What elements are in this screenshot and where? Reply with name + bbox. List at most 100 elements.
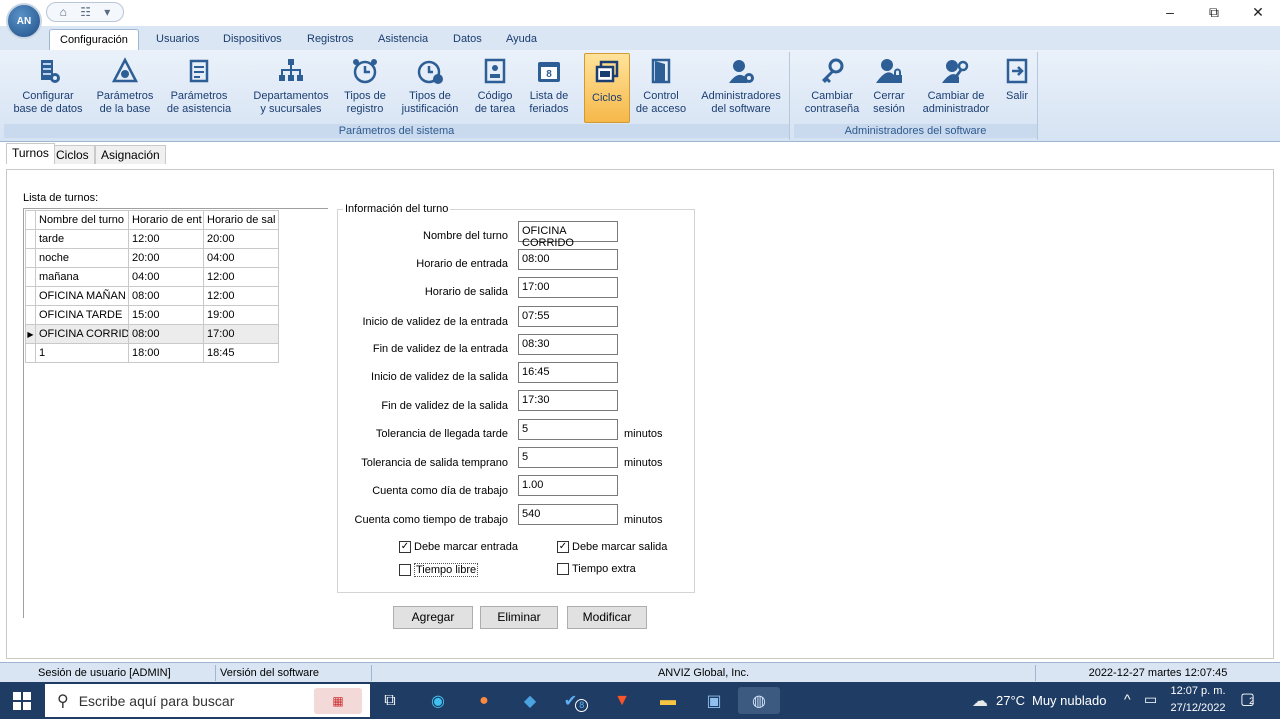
menu-tab-configuracion[interactable]: Configuración bbox=[49, 29, 139, 50]
anviz-app-icon[interactable]: ◍ bbox=[738, 687, 780, 714]
taskbar-search-input[interactable]: ⚲ Escribe aquí para buscar ▦ bbox=[45, 684, 370, 717]
user-lock-icon bbox=[874, 56, 904, 86]
logout-button[interactable]: Cerrar sesión bbox=[866, 52, 912, 120]
todo-icon[interactable]: ✔ 8 bbox=[562, 687, 590, 714]
file-explorer-icon[interactable]: ▬ bbox=[654, 687, 682, 714]
modify-button[interactable]: Modificar bbox=[567, 606, 647, 629]
worktime-count-input[interactable]: 540 bbox=[518, 504, 618, 525]
must-clock-in-checkbox[interactable]: ✓ Debe marcar entrada bbox=[399, 541, 518, 553]
departments-button[interactable]: Departamentos y sucursales bbox=[248, 52, 334, 120]
entry-valid-end-input[interactable]: 08:30 bbox=[518, 334, 618, 355]
table-row[interactable]: OFICINA MAÑAN 08:00 12:00 bbox=[25, 286, 279, 306]
configure-database-button[interactable]: Configurar base de datos bbox=[10, 52, 86, 120]
checkbox-unchecked-icon bbox=[557, 563, 569, 575]
home-icon[interactable]: ⌂ bbox=[60, 5, 67, 19]
close-button[interactable]: ✕ bbox=[1236, 0, 1280, 24]
menu-tab-datos[interactable]: Datos bbox=[443, 29, 492, 50]
datetime-status: 2022-12-27 martes 12:07:45 bbox=[1088, 667, 1228, 679]
workday-count-input[interactable]: 1.00 bbox=[518, 475, 618, 496]
menu-tab-asistencia[interactable]: Asistencia bbox=[368, 29, 438, 50]
record-types-button[interactable]: Tipos de registro bbox=[338, 52, 392, 120]
exit-valid-end-input[interactable]: 17:30 bbox=[518, 390, 618, 411]
holiday-list-button[interactable]: 8 Lista de feriados bbox=[524, 52, 574, 120]
late-tolerance-input[interactable]: 5 bbox=[518, 419, 618, 440]
task-code-button[interactable]: Código de tarea bbox=[470, 52, 520, 120]
cycles-button[interactable]: Ciclos bbox=[584, 53, 630, 123]
database-settings-icon bbox=[110, 56, 140, 86]
menu-bar: Configuración Usuarios Dispositivos Regi… bbox=[0, 26, 1280, 50]
table-row[interactable]: 1 18:00 18:45 bbox=[25, 343, 279, 363]
table-row[interactable]: OFICINA TARDE 15:00 19:00 bbox=[25, 305, 279, 325]
firefox-icon[interactable]: ● bbox=[470, 687, 498, 714]
unit-label: minutos bbox=[624, 514, 663, 526]
field-label: Inicio de validez de la entrada bbox=[362, 316, 508, 328]
shift-table: Nombre del turno Horario de ent Horario … bbox=[25, 210, 279, 363]
tab-ciclos[interactable]: Ciclos bbox=[50, 145, 95, 164]
table-row[interactable]: tarde 12:00 20:00 bbox=[25, 229, 279, 249]
entry-valid-start-input[interactable]: 07:55 bbox=[518, 306, 618, 327]
exit-button[interactable]: Salir bbox=[998, 52, 1036, 120]
weather-cloudy-icon: ☁ bbox=[972, 692, 988, 710]
extra-time-checkbox[interactable]: Tiempo extra bbox=[557, 563, 636, 575]
exit-valid-start-input[interactable]: 16:45 bbox=[518, 362, 618, 383]
change-admin-button[interactable]: Cambiar de administrador bbox=[918, 52, 994, 120]
menu-tab-dispositivos[interactable]: Dispositivos bbox=[213, 29, 292, 50]
notifications-icon[interactable]: ▢2 bbox=[1240, 689, 1255, 709]
group-label: Administradores del software bbox=[794, 124, 1037, 138]
database-params-button[interactable]: Parámetros de la base bbox=[90, 52, 160, 120]
windows-start-icon[interactable] bbox=[8, 687, 36, 714]
minimize-button[interactable]: – bbox=[1148, 0, 1192, 24]
tab-turnos[interactable]: Turnos bbox=[6, 143, 55, 164]
menu-tab-ayuda[interactable]: Ayuda bbox=[496, 29, 547, 50]
attendance-params-button[interactable]: Parámetros de asistencia bbox=[164, 52, 234, 120]
key-icon bbox=[817, 56, 847, 86]
menu-tab-usuarios[interactable]: Usuarios bbox=[146, 29, 209, 50]
exit-time-input[interactable]: 17:00 bbox=[518, 277, 618, 298]
app-logo[interactable]: AN bbox=[6, 3, 42, 39]
tab-asignacion[interactable]: Asignación bbox=[95, 145, 166, 164]
task-view-icon[interactable]: ⧉ bbox=[376, 687, 404, 714]
tray-chevron-icon[interactable]: ^ bbox=[1124, 691, 1131, 707]
user-key-icon bbox=[941, 56, 971, 86]
change-password-button[interactable]: Cambiar contraseña bbox=[802, 52, 862, 120]
table-row-selected[interactable]: ▶ OFICINA CORRID 08:00 17:00 bbox=[25, 324, 279, 344]
must-clock-out-checkbox[interactable]: ✓ Debe marcar salida bbox=[557, 541, 667, 553]
free-time-checkbox[interactable]: Tiempo libre bbox=[399, 563, 479, 577]
field-label: Horario de entrada bbox=[416, 258, 508, 270]
software-admins-button[interactable]: Administradores del software bbox=[696, 52, 786, 120]
justification-types-button[interactable]: Tipos de justificación bbox=[396, 52, 464, 120]
notification-badge: 8 bbox=[575, 699, 589, 712]
column-header[interactable]: Horario de ent bbox=[128, 210, 204, 230]
shift-list-title: Lista de turnos: bbox=[23, 192, 99, 204]
cycles-icon bbox=[592, 58, 622, 88]
delete-button[interactable]: Eliminar bbox=[480, 606, 558, 629]
shift-name-input[interactable]: OFICINA CORRIDO bbox=[518, 221, 618, 249]
network-icon[interactable]: ▭ bbox=[1144, 691, 1157, 708]
alarm-clock-icon bbox=[350, 56, 380, 86]
edge-icon[interactable]: ◉ bbox=[424, 687, 452, 714]
column-header[interactable]: Nombre del turno bbox=[35, 210, 129, 230]
add-button[interactable]: Agregar bbox=[393, 606, 473, 629]
checkbox-checked-icon: ✓ bbox=[557, 541, 569, 553]
remote-desktop-icon[interactable]: ▣ bbox=[700, 687, 728, 714]
users-icon[interactable]: ☷ bbox=[80, 5, 91, 19]
clock-check-icon bbox=[415, 56, 445, 86]
early-leave-tolerance-input[interactable]: 5 bbox=[518, 447, 618, 468]
access-control-button[interactable]: Control de acceso bbox=[634, 52, 688, 120]
table-row[interactable]: noche 20:00 04:00 bbox=[25, 248, 279, 268]
messaging-icon[interactable]: ◆ bbox=[516, 687, 544, 714]
table-row[interactable]: mañana 04:00 12:00 bbox=[25, 267, 279, 287]
entry-time-input[interactable]: 08:00 bbox=[518, 249, 618, 270]
clock-date[interactable]: 27/12/2022 bbox=[1170, 702, 1226, 714]
clock-time[interactable]: 12:07 p. m. bbox=[1170, 685, 1226, 697]
weather-temp[interactable]: 27°C bbox=[996, 693, 1025, 708]
column-header[interactable]: Horario de sal bbox=[203, 210, 279, 230]
calendar-promo-icon: ▦ bbox=[314, 687, 362, 714]
title-bar: AN ⌂ ☷ ▾ – ⧉ ✕ bbox=[0, 0, 1280, 39]
taskbar: ⚲ Escribe aquí para buscar ▦ ⧉ ◉ ● ◆ ✔ 8 … bbox=[0, 682, 1280, 719]
restore-button[interactable]: ⧉ bbox=[1192, 0, 1236, 24]
weather-text[interactable]: Muy nublado bbox=[1032, 693, 1106, 708]
dropdown-icon[interactable]: ▾ bbox=[104, 5, 110, 19]
brave-icon[interactable]: ▼ bbox=[608, 687, 636, 714]
menu-tab-registros[interactable]: Registros bbox=[297, 29, 363, 50]
